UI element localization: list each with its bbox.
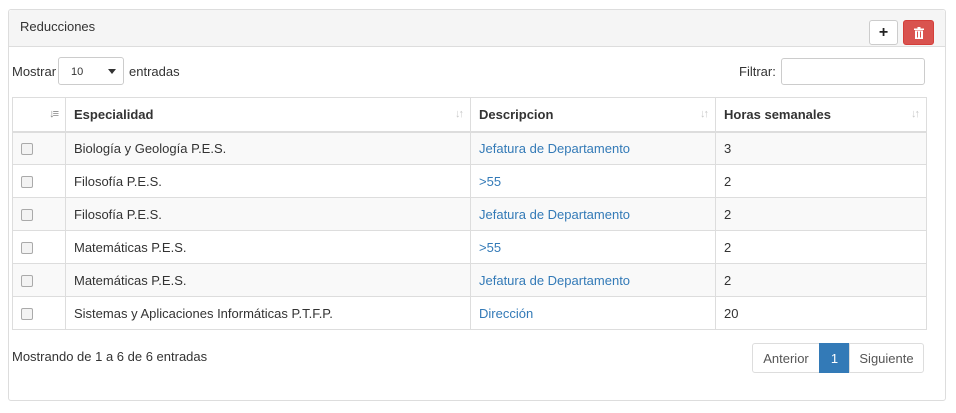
horas-cell: 20 [715, 296, 927, 330]
table-row[interactable]: Matemáticas P.E.S. Jefatura de Departame… [12, 263, 927, 297]
next-page-button[interactable]: Siguiente [849, 343, 924, 373]
row-checkbox[interactable] [21, 143, 33, 156]
especialidad-cell: Biología y Geología P.E.S. [65, 131, 471, 165]
descripcion-link[interactable]: >55 [479, 240, 501, 255]
column-header-select[interactable]: ↓≡ [12, 97, 66, 133]
especialidad-cell: Matemáticas P.E.S. [65, 263, 471, 297]
row-checkbox[interactable] [21, 308, 33, 321]
especialidad-cell: Sistemas y Aplicaciones Informáticas P.T… [65, 296, 471, 330]
horas-cell: 2 [715, 263, 927, 297]
plus-icon: + [878, 23, 889, 41]
table-row[interactable]: Sistemas y Aplicaciones Informáticas P.T… [12, 296, 927, 330]
descripcion-link[interactable]: Dirección [479, 306, 533, 321]
column-label: Horas semanales [724, 106, 831, 122]
filter-input[interactable] [781, 58, 925, 85]
table-row[interactable]: Matemáticas P.E.S. >55 2 [12, 230, 927, 264]
especialidad-cell: Matemáticas P.E.S. [65, 230, 471, 264]
horas-cell: 2 [715, 164, 927, 198]
page-1-button[interactable]: 1 [819, 343, 850, 373]
reducciones-table: ↓≡ Especialidad ↓↑ Descripcion ↓↑ Horas … [12, 97, 927, 330]
chevron-down-icon [108, 69, 116, 74]
trash-icon [913, 26, 924, 39]
descripcion-link[interactable]: Jefatura de Departamento [479, 207, 630, 222]
page-length-value: 10 [71, 66, 84, 78]
row-checkbox[interactable] [21, 242, 33, 255]
horas-cell: 2 [715, 230, 927, 264]
column-header-horas[interactable]: Horas semanales ↓↑ [715, 97, 927, 133]
table-row[interactable]: Biología y Geología P.E.S. Jefatura de D… [12, 131, 927, 165]
column-label: Especialidad [74, 106, 154, 122]
table-row[interactable]: Filosofía P.E.S. Jefatura de Departament… [12, 197, 927, 231]
delete-button[interactable] [903, 20, 934, 45]
sort-asc-icon: ↓≡ [49, 108, 59, 120]
column-header-especialidad[interactable]: Especialidad ↓↑ [65, 97, 471, 133]
panel-heading: Reducciones + [9, 10, 945, 47]
descripcion-link[interactable]: Jefatura de Departamento [479, 273, 630, 288]
horas-cell: 3 [715, 131, 927, 165]
pagination: Anterior 1 Siguiente [752, 343, 924, 373]
row-checkbox[interactable] [21, 176, 33, 189]
page-length-select[interactable]: 10 [58, 57, 124, 85]
descripcion-link[interactable]: >55 [479, 174, 501, 189]
prev-page-button[interactable]: Anterior [752, 343, 820, 373]
column-label: Descripcion [479, 106, 554, 122]
sort-icon: ↓↑ [911, 108, 920, 120]
table-header-row: ↓≡ Especialidad ↓↑ Descripcion ↓↑ Horas … [12, 97, 927, 133]
filter-label: Filtrar: [739, 64, 776, 79]
table-info: Mostrando de 1 a 6 de 6 entradas [12, 349, 208, 364]
table-row[interactable]: Filosofía P.E.S. >55 2 [12, 164, 927, 198]
length-suffix: entradas [129, 64, 180, 79]
row-checkbox[interactable] [21, 275, 33, 288]
sort-icon: ↓↑ [700, 108, 709, 120]
descripcion-link[interactable]: Jefatura de Departamento [479, 141, 630, 156]
row-checkbox[interactable] [21, 209, 33, 222]
sort-icon: ↓↑ [455, 108, 464, 120]
length-label: Mostrar [12, 64, 57, 79]
especialidad-cell: Filosofía P.E.S. [65, 164, 471, 198]
horas-cell: 2 [715, 197, 927, 231]
especialidad-cell: Filosofía P.E.S. [65, 197, 471, 231]
panel-title: Reducciones [20, 19, 96, 34]
column-header-descripcion[interactable]: Descripcion ↓↑ [470, 97, 716, 133]
add-button[interactable]: + [869, 20, 898, 45]
